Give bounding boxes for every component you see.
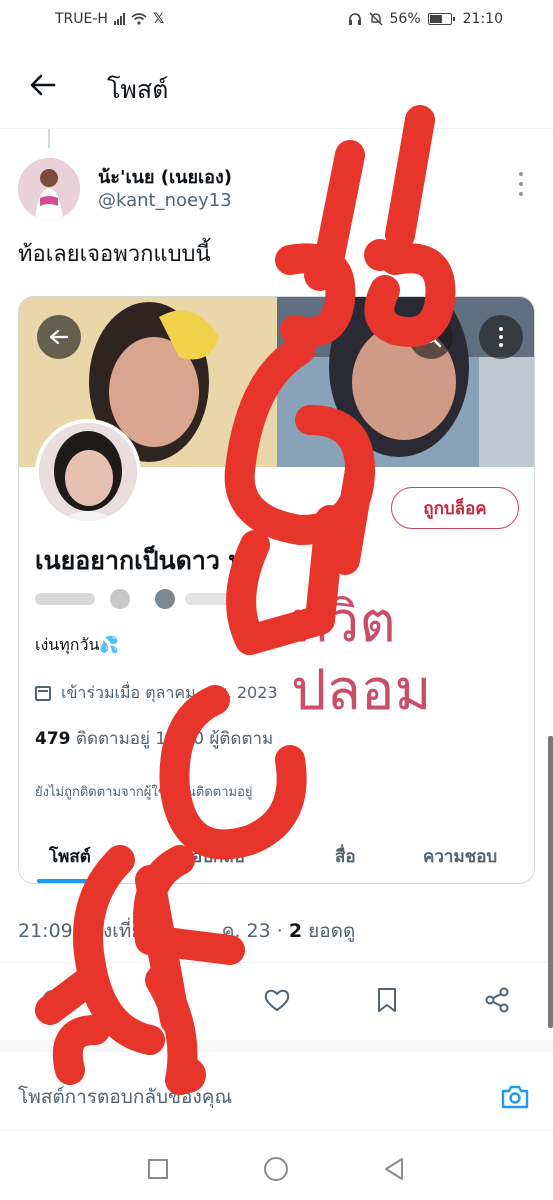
views-count[interactable]: 2 bbox=[289, 920, 302, 942]
reply-input[interactable]: โพสต์การตอบกลับของคุณ bbox=[18, 1082, 232, 1112]
blurred-handle bbox=[35, 589, 275, 609]
like-button[interactable] bbox=[262, 985, 292, 1015]
not-followed-note: ยังไม่ถูกติดตามจากผู้ใช้ที่คุณติดตามอยู่ bbox=[35, 785, 253, 800]
headphones-icon bbox=[348, 13, 361, 25]
search-icon bbox=[420, 326, 442, 348]
profile-bio: เง่นทุกวัน💦 bbox=[35, 635, 120, 654]
mute-bell-icon bbox=[369, 12, 383, 26]
page-title: โพสต์ bbox=[107, 75, 169, 104]
share-icon bbox=[485, 987, 509, 1013]
battery-percent: 56% bbox=[389, 11, 421, 27]
views-label: ยอดดู bbox=[302, 920, 356, 942]
divider bbox=[0, 1130, 553, 1131]
profile-tab-posts: โพสต์ bbox=[49, 847, 91, 867]
carrier-label: TRUE-H bbox=[55, 11, 108, 27]
fake-tweet-label: ทวิต ปลอม bbox=[291, 590, 432, 723]
profile-stats: 479 ติดตามอยู่ 1,120 ผู้ติดตาม bbox=[35, 725, 273, 752]
square-icon bbox=[148, 1159, 168, 1179]
status-bar: TRUE-H 𝕏 56% 21:10 bbox=[0, 0, 553, 42]
following-label: ติดตามอยู่ bbox=[70, 729, 150, 749]
repost-button[interactable] bbox=[150, 985, 180, 1015]
timestamp-date: ค. 23 · bbox=[221, 920, 289, 942]
profile-tab-replies: ตอบกลับ bbox=[181, 847, 245, 867]
thread-connector-line bbox=[48, 128, 50, 148]
share-button[interactable] bbox=[482, 985, 512, 1015]
profile-search-button bbox=[409, 315, 453, 359]
camera-icon bbox=[501, 1085, 529, 1109]
bookmark-icon bbox=[378, 988, 396, 1012]
wifi-icon bbox=[131, 13, 147, 25]
followers-label: 1,120 ผู้ติดตาม bbox=[149, 729, 274, 749]
profile-tabs: โพสต์ ตอบกลับ สื่อ ความชอบ bbox=[19, 827, 534, 883]
scrollbar[interactable] bbox=[548, 736, 553, 1028]
top-app-bar: โพสต์ bbox=[0, 52, 553, 122]
profile-tab-likes: ความชอบ bbox=[423, 847, 498, 867]
following-count: 479 bbox=[35, 729, 71, 749]
system-nav-bar bbox=[0, 1140, 553, 1200]
author-display-name[interactable]: น้ะ'เนย (เนยเอง) bbox=[98, 162, 232, 191]
recents-button[interactable] bbox=[145, 1156, 171, 1182]
battery-icon bbox=[427, 13, 455, 25]
heart-icon bbox=[264, 989, 290, 1011]
signal-icon bbox=[113, 13, 125, 25]
tweet-action-bar bbox=[0, 975, 553, 1025]
divider bbox=[0, 128, 553, 129]
camera-button[interactable] bbox=[498, 1080, 532, 1114]
blocked-badge: ถูกบล็อค bbox=[391, 487, 519, 529]
author-avatar[interactable] bbox=[18, 158, 80, 220]
joined-text: เข้าร่วมเมื่อ ตุลาคม ค.ศ. 2023 bbox=[61, 683, 278, 702]
home-button[interactable] bbox=[263, 1156, 289, 1182]
arrow-left-icon bbox=[49, 329, 69, 345]
back-button[interactable] bbox=[26, 68, 60, 102]
profile-name: เนยอยากเป็นดาว ทว bbox=[35, 546, 260, 575]
clock: 21:10 bbox=[462, 11, 503, 27]
profile-back-button bbox=[37, 315, 81, 359]
timestamp-time: 21:09 หลังเที่ยง bbox=[18, 920, 152, 942]
calendar-icon bbox=[35, 686, 51, 701]
triangle-back-icon bbox=[385, 1158, 403, 1180]
reply-icon bbox=[42, 990, 63, 1013]
divider bbox=[0, 1040, 553, 1052]
x-app-icon: 𝕏 bbox=[152, 11, 165, 27]
repost-icon bbox=[152, 989, 178, 1011]
reply-button[interactable] bbox=[38, 985, 68, 1015]
author-handle[interactable]: @kant_noey13 bbox=[98, 190, 232, 211]
profile-tab-media: สื่อ bbox=[335, 847, 356, 867]
system-back-button[interactable] bbox=[381, 1156, 407, 1182]
divider bbox=[0, 962, 553, 963]
tab-indicator bbox=[37, 879, 117, 883]
bookmark-button[interactable] bbox=[372, 985, 402, 1015]
tweet-text: ท้อเลยเจอพวกแบบนี้ bbox=[18, 242, 211, 267]
profile-more-button bbox=[479, 315, 523, 359]
circle-icon bbox=[264, 1157, 288, 1181]
profile-avatar bbox=[35, 419, 141, 525]
arrow-left-icon bbox=[30, 74, 56, 96]
tweet-timestamp: 21:09 หลังเที่ยง ค. 23 · 2 ยอดดู bbox=[18, 916, 355, 946]
more-options-button[interactable] bbox=[516, 172, 526, 196]
profile-joined: เข้าร่วมเมื่อ ตุลาคม ค.ศ. 2023 bbox=[35, 681, 278, 706]
attached-image[interactable]: ถูกบล็อค เนยอยากเป็นดาว ทว เง่นทุกวัน💦 เ… bbox=[18, 296, 535, 884]
